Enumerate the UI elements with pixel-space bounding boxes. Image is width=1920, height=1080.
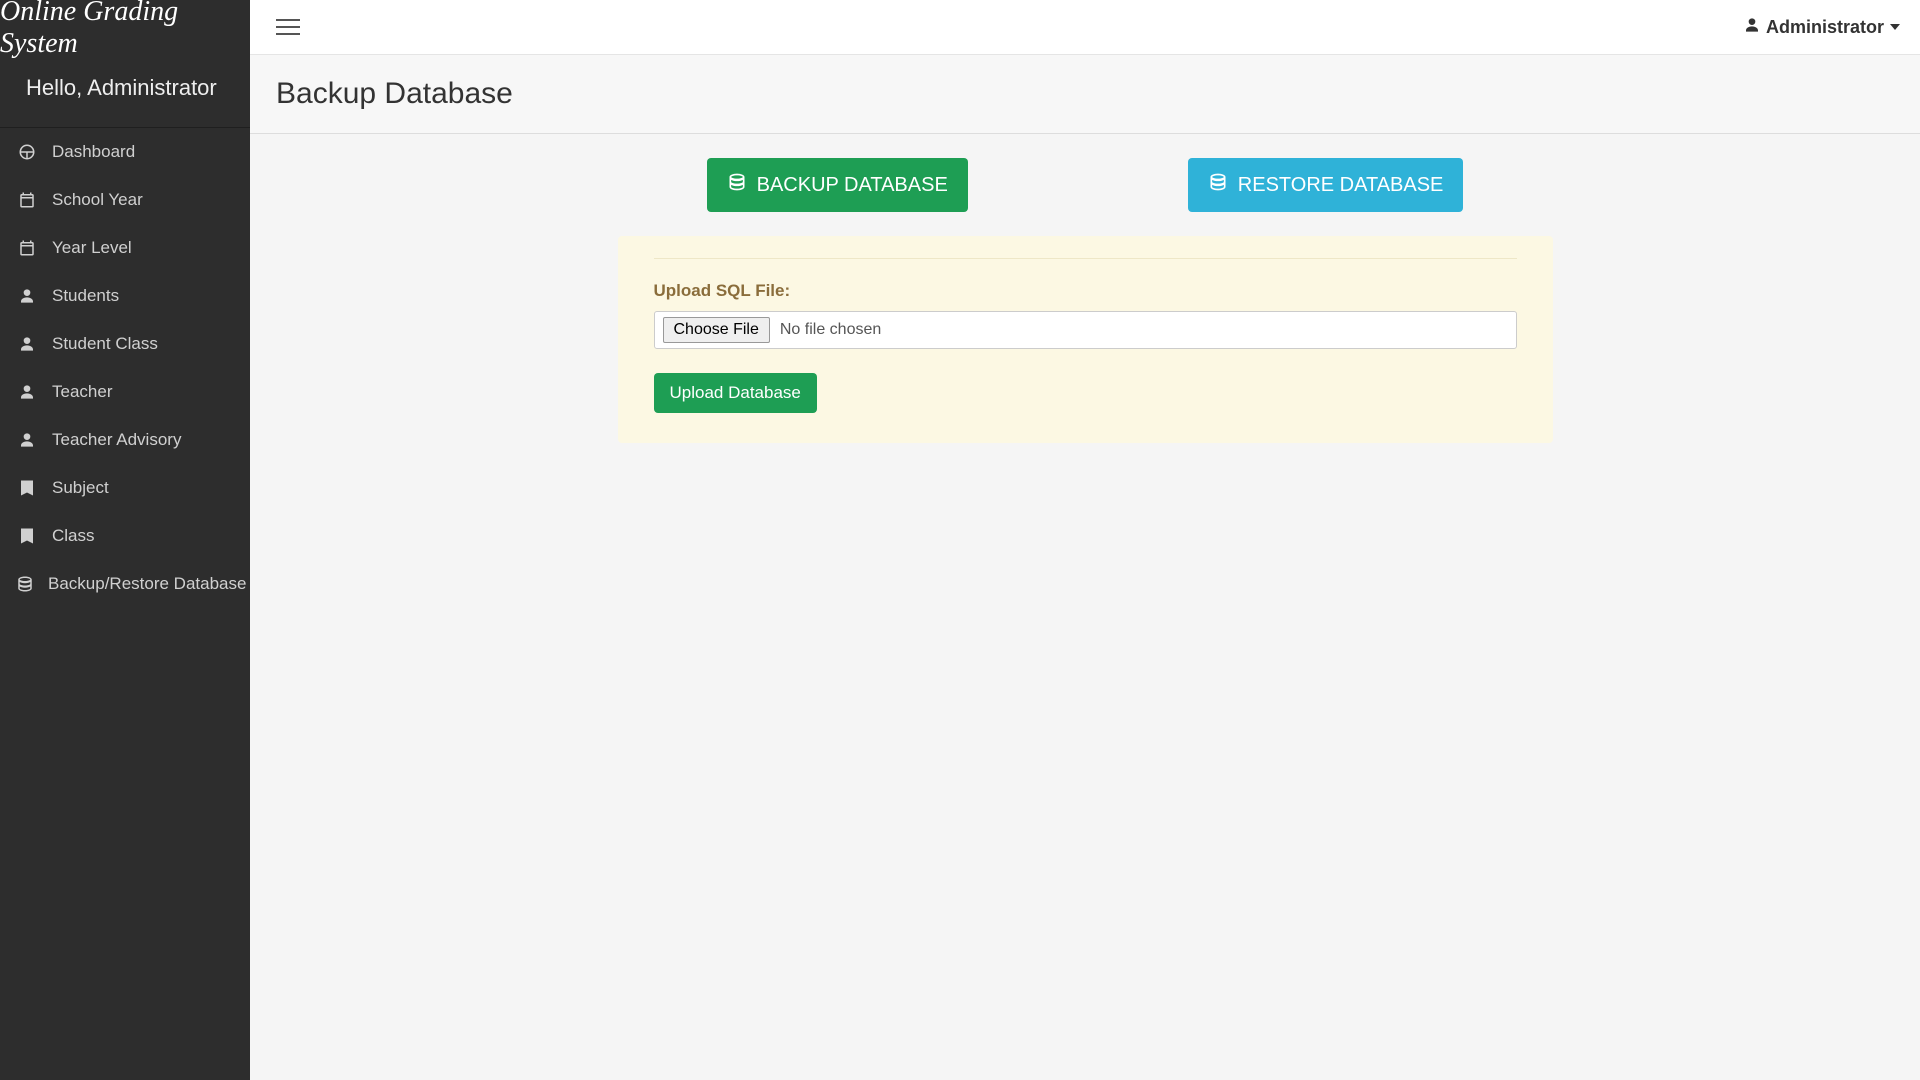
upload-label: Upload SQL File: bbox=[654, 281, 1517, 301]
sidebar-nav: Dashboard School Year Year Level Student… bbox=[0, 128, 250, 608]
sidebar-item-label: Teacher bbox=[52, 382, 112, 402]
user-icon bbox=[16, 431, 38, 449]
sidebar-item-label: Student Class bbox=[52, 334, 158, 354]
button-label: BACKUP DATABASE bbox=[757, 174, 948, 197]
sidebar-item-dashboard[interactable]: Dashboard bbox=[0, 128, 250, 176]
sidebar-item-label: School Year bbox=[52, 190, 143, 210]
page: Backup Database BACKUP DATABASE RESTORE … bbox=[250, 0, 1920, 467]
action-button-row: BACKUP DATABASE RESTORE DATABASE bbox=[585, 158, 1585, 212]
hamburger-icon bbox=[276, 19, 300, 21]
sidebar-item-subject[interactable]: Subject bbox=[0, 464, 250, 512]
calendar-icon bbox=[16, 191, 38, 209]
upload-panel: Upload SQL File: Choose File No file cho… bbox=[618, 236, 1553, 443]
calendar-icon bbox=[16, 239, 38, 257]
file-input-row[interactable]: Choose File No file chosen bbox=[654, 311, 1517, 349]
sidebar-item-label: Class bbox=[52, 526, 95, 546]
restore-database-button[interactable]: RESTORE DATABASE bbox=[1188, 158, 1464, 212]
sidebar-item-teacher[interactable]: Teacher bbox=[0, 368, 250, 416]
choose-file-button[interactable]: Choose File bbox=[663, 317, 770, 343]
user-icon bbox=[16, 383, 38, 401]
user-icon bbox=[1744, 17, 1760, 38]
sidebar-item-label: Subject bbox=[52, 478, 109, 498]
topbar: Administrator bbox=[250, 0, 1920, 55]
book-icon bbox=[16, 527, 38, 545]
sidebar-item-student-class[interactable]: Student Class bbox=[0, 320, 250, 368]
user-icon bbox=[16, 287, 38, 305]
divider bbox=[654, 258, 1517, 259]
user-menu-dropdown[interactable]: Administrator bbox=[1744, 17, 1900, 38]
sidebar-item-teacher-advisory[interactable]: Teacher Advisory bbox=[0, 416, 250, 464]
sidebar-item-school-year[interactable]: School Year bbox=[0, 176, 250, 224]
backup-database-button[interactable]: BACKUP DATABASE bbox=[707, 158, 968, 212]
chevron-down-icon bbox=[1890, 24, 1900, 30]
sidebar-item-label: Students bbox=[52, 286, 119, 306]
database-icon bbox=[727, 172, 747, 198]
user-icon bbox=[16, 335, 38, 353]
file-status-text: No file chosen bbox=[780, 321, 881, 339]
user-label: Administrator bbox=[1766, 17, 1884, 38]
database-icon bbox=[16, 575, 34, 593]
dashboard-icon bbox=[16, 143, 38, 161]
upload-database-button[interactable]: Upload Database bbox=[654, 373, 817, 413]
sidebar: Online Grading System Hello, Administrat… bbox=[0, 0, 250, 1080]
book-icon bbox=[16, 479, 38, 497]
menu-toggle-button[interactable] bbox=[270, 13, 306, 41]
page-title: Backup Database bbox=[250, 55, 1920, 134]
sidebar-item-label: Backup/Restore Database bbox=[48, 574, 246, 594]
sidebar-item-label: Dashboard bbox=[52, 142, 135, 162]
sidebar-item-year-level[interactable]: Year Level bbox=[0, 224, 250, 272]
database-icon bbox=[1208, 172, 1228, 198]
sidebar-item-label: Year Level bbox=[52, 238, 132, 258]
sidebar-item-class[interactable]: Class bbox=[0, 512, 250, 560]
sidebar-item-students[interactable]: Students bbox=[0, 272, 250, 320]
button-label: RESTORE DATABASE bbox=[1238, 174, 1444, 197]
sidebar-item-label: Teacher Advisory bbox=[52, 430, 181, 450]
greeting-text: Hello, Administrator bbox=[0, 55, 250, 128]
page-content: BACKUP DATABASE RESTORE DATABASE Upload … bbox=[250, 134, 1920, 467]
sidebar-item-backup-restore[interactable]: Backup/Restore Database bbox=[0, 560, 250, 608]
brand-title: Online Grading System bbox=[0, 0, 250, 55]
